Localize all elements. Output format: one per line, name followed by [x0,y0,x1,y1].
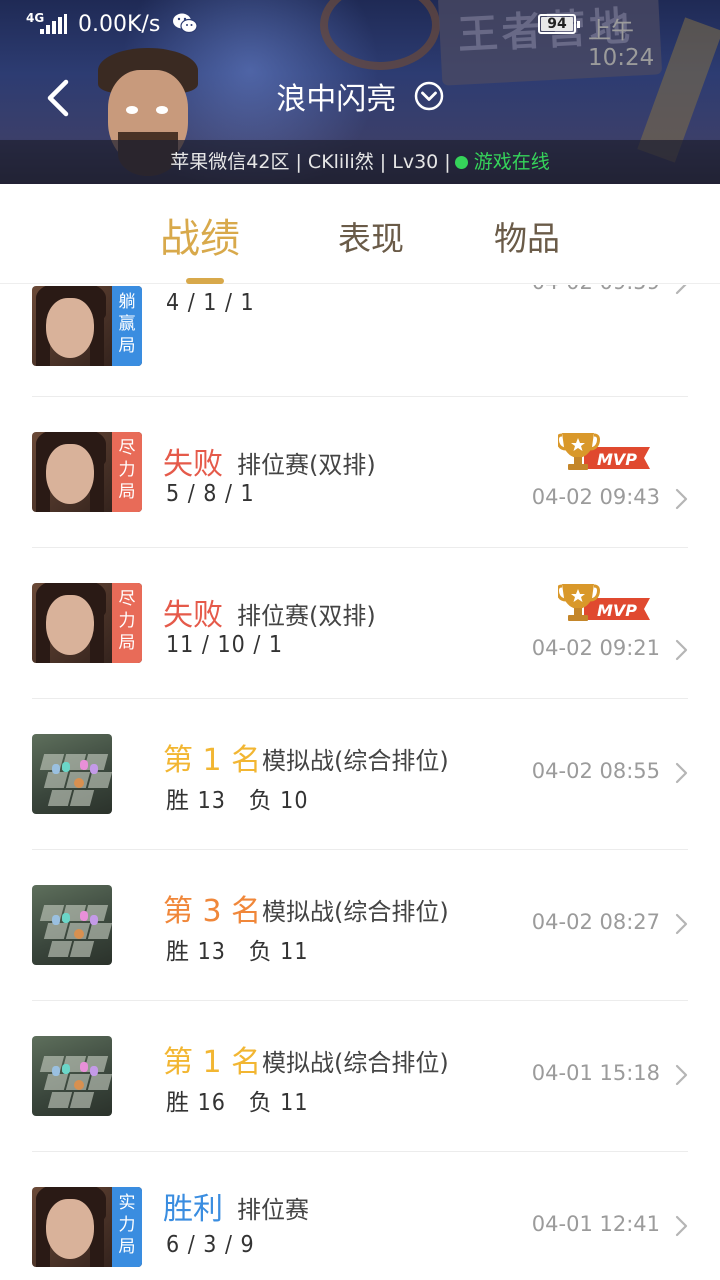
match-time: 04-02 09:21 [531,636,660,660]
account-info-bar: 苹果微信42区 | CKlili然 | Lv30 | 游戏在线 [0,140,720,184]
match-mode: 模拟战(综合排位) [262,1049,449,1077]
battery-icon: 94 [538,14,580,34]
match-tag-badge: 尽力局 [112,583,142,663]
match-score: 胜 13 负 11 [166,939,309,965]
chevron-right-icon[interactable] [674,639,688,661]
online-status: 游戏在线 [473,151,550,173]
match-time: 04-01 12:41 [531,1212,660,1236]
hero-avatar: 尽力局 [32,583,142,663]
account-switcher[interactable]: 浪中闪亮 [0,74,720,118]
match-result: 第 1 名 [163,1045,262,1080]
match-tag-badge: 躺赢局 [112,286,142,366]
chevron-right-icon[interactable] [674,913,688,935]
match-score: 4 / 1 / 1 [166,290,255,316]
match-record-row[interactable]: 第 3 名模拟战(综合排位) 胜 13 负 11 04-02 08:27 [32,850,688,1001]
match-tag-badge: 尽力局 [112,432,142,512]
match-mode: 模拟战(综合排位) [262,898,449,926]
match-time: 04-01 15:18 [531,1061,660,1085]
match-result: 第 3 名 [163,894,262,929]
network-speed: 0.00K/s [78,12,161,37]
match-time: 04-02 09:43 [531,485,660,509]
mvp-label: MVP [597,450,637,469]
tab-performance[interactable]: 表现 [338,212,404,260]
tab-active-indicator [186,278,224,284]
hero-avatar: 实力局 [32,1187,142,1267]
match-result: 失败 [163,447,223,482]
match-record-row[interactable]: 第 1 名模拟战(综合排位) 胜 13 负 10 04-02 08:55 [32,699,688,850]
hero-avatar: 尽力局 [32,432,142,512]
match-record-list[interactable]: 躺赢局胜利排位赛(双排)4 / 1 / 104-02 09:59尽力局失败排位赛… [0,285,720,1280]
wechat-icon [173,13,198,34]
match-score: 5 / 8 / 1 [166,481,255,507]
match-score: 6 / 3 / 9 [166,1232,255,1258]
auto-chess-board-thumbnail [32,885,112,965]
page-title: 浪中闪亮 [276,82,397,117]
match-mode: 排位赛(双排) [237,602,376,630]
match-mode: 排位赛 [237,1196,309,1224]
auto-chess-board-thumbnail [32,734,112,814]
mvp-trophy-icon: MVP [558,584,650,621]
mvp-label: MVP [597,601,637,620]
match-record-row[interactable]: 尽力局失败 排位赛(双排) 11 / 10 / 1 MVP 04-02 09:21 [32,548,688,699]
chevron-right-icon[interactable] [674,488,688,510]
chevron-right-icon[interactable] [674,285,688,295]
match-result: 第 1 名 [163,743,262,778]
chevron-right-icon[interactable] [674,762,688,784]
match-time: 04-02 08:27 [531,910,660,934]
match-score: 胜 16 负 11 [166,1090,309,1116]
chevron-right-icon[interactable] [674,1064,688,1086]
match-score: 胜 13 负 10 [166,788,309,814]
hero-avatar: 躺赢局 [32,286,142,366]
match-mode: 模拟战(综合排位) [262,747,449,775]
match-mode: 排位赛(双排) [237,285,376,287]
match-time: 04-02 09:59 [532,285,660,294]
chevron-right-icon[interactable] [674,1215,688,1237]
match-result: 失败 [163,598,223,633]
account-info: 苹果微信42区 | CKlili然 | Lv30 | [170,151,451,173]
chevron-down-icon [414,81,444,111]
match-result: 胜利 [163,1192,223,1227]
match-tag-badge: 实力局 [112,1187,142,1267]
clock: 上午10:24 [588,18,655,71]
match-record-row[interactable]: 实力局胜利 排位赛 6 / 3 / 9 04-01 12:41 [32,1152,688,1280]
match-score: 11 / 10 / 1 [166,632,284,658]
auto-chess-board-thumbnail [32,1036,112,1116]
status-bar: 4G 0.00K/s 94 上午10:24 [0,0,720,71]
profile-header: 王者营地 4G 0.00K/s 94 上午10:24 浪中闪亮 苹果微信42区 … [0,0,720,184]
match-mode: 排位赛(双排) [237,451,376,479]
match-time: 04-02 08:55 [531,759,660,783]
battery-level: 94 [547,16,567,32]
tab-items[interactable]: 物品 [494,212,560,260]
match-record-row[interactable]: 躺赢局胜利排位赛(双排)4 / 1 / 104-02 09:59 [32,285,688,397]
online-dot-icon [454,156,468,169]
tab-bar: 战绩 表现 物品 [0,184,720,284]
tab-records[interactable]: 战绩 [160,206,240,264]
match-record-row[interactable]: 第 1 名模拟战(综合排位) 胜 16 负 11 04-01 15:18 [32,1001,688,1152]
signal-icon [40,14,67,34]
match-record-row[interactable]: 尽力局失败 排位赛(双排) 5 / 8 / 1 MVP 04-02 09:43 [32,397,688,548]
mvp-trophy-icon: MVP [558,433,650,470]
